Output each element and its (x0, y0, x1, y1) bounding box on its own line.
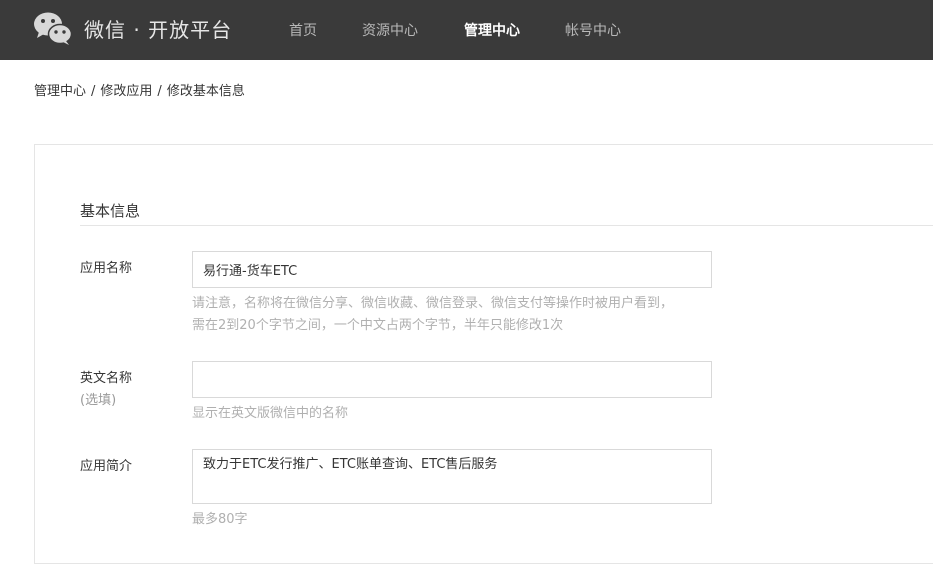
breadcrumb-separator: / (91, 84, 96, 99)
app-name-input[interactable] (192, 251, 712, 288)
breadcrumb-management-center[interactable]: 管理中心 (34, 84, 86, 99)
nav-account-center[interactable]: 帐号中心 (565, 20, 621, 40)
app-name-label: 应用名称 (80, 261, 133, 276)
app-intro-hint: 最多80字 (192, 512, 248, 527)
breadcrumb: 管理中心 / 修改应用 / 修改基本信息 (34, 80, 245, 99)
nav-management-center[interactable]: 管理中心 (464, 20, 520, 40)
nav-home[interactable]: 首页 (289, 20, 317, 40)
breadcrumb-current-page: 修改基本信息 (166, 84, 245, 99)
english-name-input[interactable] (192, 361, 712, 398)
brand-title[interactable]: 微信 · 开放平台 (84, 14, 232, 43)
wechat-logo-icon[interactable] (33, 10, 73, 46)
section-divider (80, 225, 933, 226)
app-name-hint-line2: 需在2到20个字节之间，一个中文占两个字节，半年只能修改1次 (192, 318, 564, 333)
app-intro-label: 应用简介 (80, 459, 133, 474)
english-name-hint: 显示在英文版微信中的名称 (192, 406, 349, 421)
section-title: 基本信息 (80, 202, 141, 220)
top-navigation-bar: 微信 · 开放平台 首页 资源中心 管理中心 帐号中心 (0, 0, 933, 60)
app-name-hint-line1: 请注意，名称将在微信分享、微信收藏、微信登录、微信支付等操作时被用户看到， (192, 296, 674, 311)
form-panel: 基本信息 应用名称 请注意，名称将在微信分享、微信收藏、微信登录、微信支付等操作… (34, 144, 933, 564)
breadcrumb-separator: / (157, 84, 162, 99)
optional-tag: (选填) (80, 393, 117, 408)
nav-resource-center[interactable]: 资源中心 (362, 20, 418, 40)
english-name-label: 英文名称 (选填) (80, 368, 132, 412)
app-intro-textarea[interactable]: 致力于ETC发行推广、ETC账单查询、ETC售后服务 (192, 449, 712, 504)
english-name-label-text: 英文名称 (80, 371, 133, 386)
breadcrumb-modify-app[interactable]: 修改应用 (100, 84, 152, 99)
